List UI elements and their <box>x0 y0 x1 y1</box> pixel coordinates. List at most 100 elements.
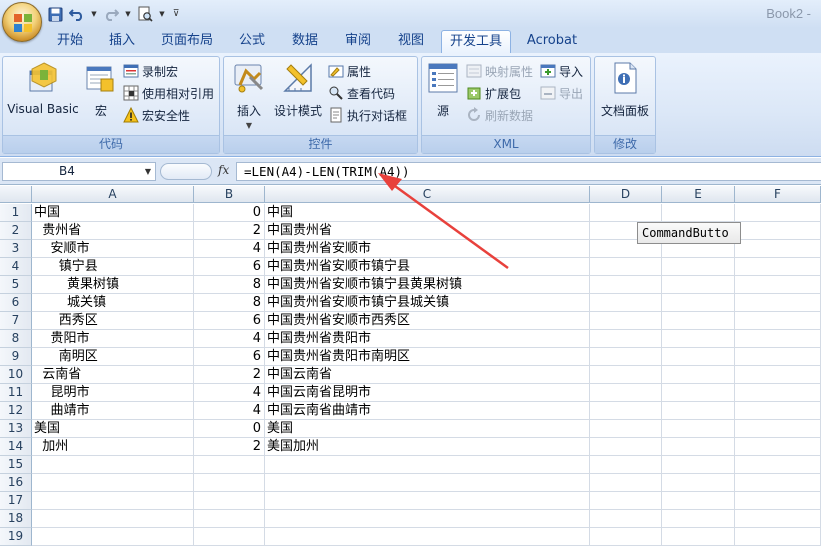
cell-c15[interactable] <box>265 456 590 474</box>
cell-d10[interactable] <box>590 366 662 384</box>
cell-d9[interactable] <box>590 348 662 366</box>
row-header[interactable]: 3 <box>0 240 32 258</box>
column-header-c[interactable]: C <box>265 186 590 203</box>
cell-b2[interactable]: 2 <box>194 222 265 240</box>
use-relative-references-button[interactable]: 使用相对引用 <box>123 83 214 103</box>
cell-f6[interactable] <box>735 294 821 312</box>
cell-e15[interactable] <box>662 456 735 474</box>
cell-d14[interactable] <box>590 438 662 456</box>
cell-f7[interactable] <box>735 312 821 330</box>
cell-e5[interactable] <box>662 276 735 294</box>
cell-a12[interactable]: 曲靖市 <box>32 402 194 420</box>
cell-c18[interactable] <box>265 510 590 528</box>
expansion-packs-button[interactable]: 扩展包 <box>466 83 521 103</box>
cell-f8[interactable] <box>735 330 821 348</box>
cell-a19[interactable] <box>32 528 194 546</box>
cell-b1[interactable]: 0 <box>194 204 265 222</box>
cell-a11[interactable]: 昆明市 <box>32 384 194 402</box>
cell-c13[interactable]: 美国 <box>265 420 590 438</box>
tab-insert[interactable]: 插入 <box>104 30 140 53</box>
cell-d12[interactable] <box>590 402 662 420</box>
cell-c4[interactable]: 中国贵州省安顺市镇宁县 <box>265 258 590 276</box>
cell-f13[interactable] <box>735 420 821 438</box>
row-header[interactable]: 6 <box>0 294 32 312</box>
cell-d19[interactable] <box>590 528 662 546</box>
cell-c10[interactable]: 中国云南省 <box>265 366 590 384</box>
cell-d8[interactable] <box>590 330 662 348</box>
cell-f15[interactable] <box>735 456 821 474</box>
macros-button[interactable]: 宏 <box>83 61 119 119</box>
cell-b16[interactable] <box>194 474 265 492</box>
row-header[interactable]: 4 <box>0 258 32 276</box>
cell-a15[interactable] <box>32 456 194 474</box>
cell-b6[interactable]: 8 <box>194 294 265 312</box>
row-header[interactable]: 11 <box>0 384 32 402</box>
cell-e4[interactable] <box>662 258 735 276</box>
cell-b17[interactable] <box>194 492 265 510</box>
formula-input[interactable]: =LEN(A4)-LEN(TRIM(A4)) <box>236 162 821 181</box>
column-header-d[interactable]: D <box>590 186 662 203</box>
cell-d7[interactable] <box>590 312 662 330</box>
cell-b9[interactable]: 6 <box>194 348 265 366</box>
cell-d1[interactable] <box>590 204 662 222</box>
row-header[interactable]: 5 <box>0 276 32 294</box>
cell-d17[interactable] <box>590 492 662 510</box>
cell-a13[interactable]: 美国 <box>32 420 194 438</box>
row-header[interactable]: 2 <box>0 222 32 240</box>
tab-home[interactable]: 开始 <box>52 30 88 53</box>
print-preview-icon[interactable] <box>136 5 154 23</box>
cell-c12[interactable]: 中国云南省曲靖市 <box>265 402 590 420</box>
customize-qat-icon[interactable]: ⊽ <box>170 5 182 23</box>
refresh-data-button[interactable]: 刷新数据 <box>466 105 533 125</box>
cell-d6[interactable] <box>590 294 662 312</box>
cell-f10[interactable] <box>735 366 821 384</box>
cell-a18[interactable] <box>32 510 194 528</box>
macro-security-button[interactable]: 宏安全性 <box>123 105 190 125</box>
row-header[interactable]: 16 <box>0 474 32 492</box>
column-header-f[interactable]: F <box>735 186 821 203</box>
cell-e6[interactable] <box>662 294 735 312</box>
cell-b14[interactable]: 2 <box>194 438 265 456</box>
cell-f2[interactable] <box>735 222 821 240</box>
row-header[interactable]: 12 <box>0 402 32 420</box>
cell-b3[interactable]: 4 <box>194 240 265 258</box>
map-properties-button[interactable]: 映射属性 <box>466 61 533 81</box>
cell-d4[interactable] <box>590 258 662 276</box>
cell-e9[interactable] <box>662 348 735 366</box>
design-mode-button[interactable]: 设计模式 <box>272 61 324 119</box>
tab-acrobat[interactable]: Acrobat <box>522 30 582 53</box>
cell-f12[interactable] <box>735 402 821 420</box>
cell-b5[interactable]: 8 <box>194 276 265 294</box>
cell-c5[interactable]: 中国贵州省安顺市镇宁县黄果树镇 <box>265 276 590 294</box>
cell-a1[interactable]: 中国 <box>32 204 194 222</box>
cell-e17[interactable] <box>662 492 735 510</box>
cell-e8[interactable] <box>662 330 735 348</box>
row-header[interactable]: 7 <box>0 312 32 330</box>
select-all-corner[interactable] <box>0 186 32 203</box>
tab-developer[interactable]: 开发工具 <box>441 30 511 53</box>
cell-b10[interactable]: 2 <box>194 366 265 384</box>
cell-b7[interactable]: 6 <box>194 312 265 330</box>
undo-dropdown-icon[interactable]: ▼ <box>90 5 98 23</box>
name-box[interactable]: B4 ▼ <box>2 162 156 181</box>
cell-e1[interactable] <box>662 204 735 222</box>
row-header[interactable]: 13 <box>0 420 32 438</box>
cell-f14[interactable] <box>735 438 821 456</box>
undo-icon[interactable] <box>68 5 86 23</box>
cell-c7[interactable]: 中国贵州省安顺市西秀区 <box>265 312 590 330</box>
cell-e10[interactable] <box>662 366 735 384</box>
tab-data[interactable]: 数据 <box>287 30 323 53</box>
record-macro-button[interactable]: 录制宏 <box>123 61 178 81</box>
cell-b19[interactable] <box>194 528 265 546</box>
cell-c19[interactable] <box>265 528 590 546</box>
row-header[interactable]: 19 <box>0 528 32 546</box>
export-button[interactable]: 导出 <box>540 83 583 103</box>
cell-e18[interactable] <box>662 510 735 528</box>
cell-c16[interactable] <box>265 474 590 492</box>
tab-page-layout[interactable]: 页面布局 <box>156 30 218 53</box>
cell-d16[interactable] <box>590 474 662 492</box>
cell-f17[interactable] <box>735 492 821 510</box>
cell-b4[interactable]: 6 <box>194 258 265 276</box>
cell-e16[interactable] <box>662 474 735 492</box>
cell-d15[interactable] <box>590 456 662 474</box>
